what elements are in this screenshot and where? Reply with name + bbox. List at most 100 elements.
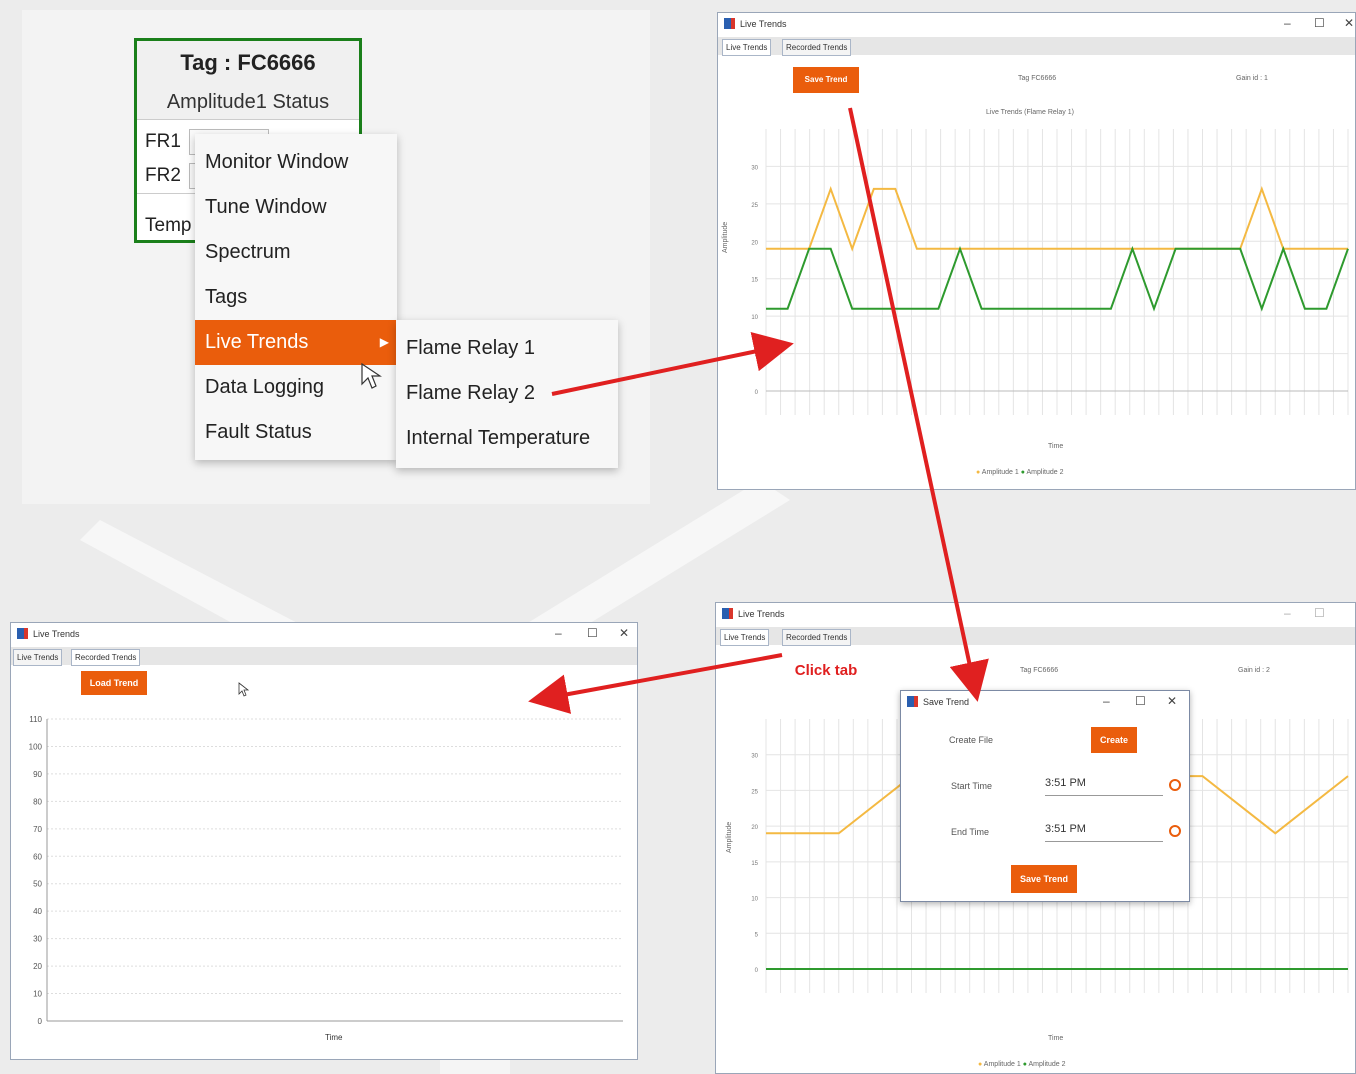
end-time-label: End Time — [951, 827, 990, 837]
y-tick-label: 25 — [751, 203, 758, 209]
window-title: Live Trends — [738, 609, 785, 619]
live-trends-window: Live Trends – ☐ ✕ Live Trends Recorded T… — [717, 12, 1356, 490]
amplitude-status: Amplitude1 Status — [137, 85, 359, 120]
tag-title: Tag : FC6666 — [137, 41, 359, 86]
tab-bar: Live Trends Recorded Trends — [716, 627, 1355, 646]
load-trend-button[interactable]: Load Trend — [81, 671, 147, 695]
y-tick-label: 10 — [751, 897, 758, 903]
y-tick-label: 80 — [33, 797, 42, 806]
legend-amplitude-2: Amplitude 2 — [1026, 469, 1064, 476]
x-axis-label: Time — [1048, 443, 1064, 450]
maximize-icon[interactable]: ☐ — [1314, 606, 1325, 620]
create-button[interactable]: Create — [1091, 727, 1137, 753]
y-tick-label: 5 — [755, 932, 759, 938]
app-icon — [17, 628, 28, 639]
y-tick-label: 5 — [755, 353, 759, 359]
create-file-label: Create File — [949, 735, 994, 745]
tab-live-trends[interactable]: Live Trends — [720, 629, 770, 646]
click-tab-callout: Click tab — [786, 656, 866, 686]
end-time-input[interactable]: 3:51 PM — [1045, 823, 1163, 842]
y-tick-label: 70 — [33, 825, 42, 834]
y-tick-label: 0 — [38, 1017, 43, 1026]
menu-item-live-trends[interactable]: Live Trends ▶ — [195, 320, 397, 365]
y-tick-label: 110 — [29, 715, 42, 724]
menu-item-tune-window[interactable]: Tune Window — [195, 185, 397, 230]
menu-item-fault-status[interactable]: Fault Status — [195, 410, 397, 455]
minimize-icon[interactable]: – — [1103, 694, 1110, 708]
maximize-icon[interactable]: ☐ — [1135, 694, 1146, 708]
dialog-title: Save Trend — [923, 697, 970, 707]
y-tick-label: 0 — [755, 968, 759, 974]
chart-legend: ● Amplitude 1 ● Amplitude 2 — [976, 469, 1064, 476]
chart-legend: ● Amplitude 1 ● Amplitude 2 — [978, 1061, 1066, 1068]
start-time-input[interactable]: 3:51 PM — [1045, 777, 1163, 796]
menu-item-live-trends-label: Live Trends — [205, 331, 309, 353]
close-icon[interactable]: ✕ — [1344, 16, 1354, 30]
close-icon[interactable]: ✕ — [619, 626, 629, 640]
app-icon — [907, 696, 918, 707]
recorded-trends-window: Live Trends – ☐ ✕ Live Trends Recorded T… — [10, 622, 638, 1060]
cursor-icon — [238, 682, 250, 697]
tab-bar: Live Trends Recorded Trends — [718, 37, 1355, 56]
y-tick-label: 20 — [33, 962, 42, 971]
tab-recorded-trends[interactable]: Recorded Trends — [782, 629, 852, 646]
menu-item-monitor-window[interactable]: Monitor Window — [195, 140, 397, 185]
gain-text: Gain id : 1 — [1236, 75, 1268, 82]
legend-amplitude-2: Amplitude 2 — [1028, 1061, 1066, 1068]
tab-bar: Live Trends Recorded Trends — [11, 647, 637, 666]
legend-amplitude-1: Amplitude 1 — [981, 469, 1019, 476]
context-menu: Monitor Window Tune Window Spectrum Tags… — [195, 134, 397, 460]
submenu-arrow-icon: ▶ — [379, 335, 389, 349]
close-icon[interactable]: ✕ — [1167, 694, 1177, 708]
tab-live-trends[interactable]: Live Trends — [722, 39, 772, 56]
y-tick-label: 15 — [751, 278, 758, 284]
y-tick-label: 60 — [33, 852, 42, 861]
tab-recorded-trends[interactable]: Recorded Trends — [71, 649, 141, 666]
tag-text: Tag FC6666 — [1018, 75, 1057, 82]
dialog-titlebar: Save Trend – ☐ ✕ — [901, 691, 1189, 713]
submenu-item-flame-relay-1[interactable]: Flame Relay 1 — [396, 326, 618, 371]
tab-recorded-trends[interactable]: Recorded Trends — [782, 39, 852, 56]
dialog-save-trend-button[interactable]: Save Trend — [1011, 865, 1077, 893]
app-icon — [724, 18, 735, 29]
live-trend-chart: 0 5 10 15 20 25 30 — [751, 129, 1349, 415]
fr1-label: FR1 — [145, 131, 181, 152]
mouse-cursor-icon — [361, 362, 382, 389]
menu-item-spectrum[interactable]: Spectrum — [195, 230, 397, 275]
window-title: Live Trends — [740, 19, 787, 29]
temp-label: Temp — [145, 215, 192, 236]
window-titlebar: Live Trends – ☐ ✕ — [11, 623, 637, 645]
minimize-icon[interactable]: – — [1284, 16, 1291, 30]
recorded-x-axis-label: Time — [325, 1033, 343, 1042]
maximize-icon[interactable]: ☐ — [1314, 16, 1325, 30]
maximize-icon[interactable]: ☐ — [587, 626, 598, 640]
y-tick-label: 20 — [751, 240, 758, 246]
submenu-item-flame-relay-2[interactable]: Flame Relay 2 — [396, 371, 618, 416]
y-tick-label: 30 — [751, 165, 758, 171]
y-tick-label: 90 — [33, 770, 42, 779]
y-tick-label: 30 — [751, 754, 758, 760]
y-tick-label: 0 — [755, 390, 759, 396]
menu-item-tags[interactable]: Tags — [195, 275, 397, 320]
submenu-item-internal-temperature[interactable]: Internal Temperature — [396, 416, 618, 461]
y-tick-label: 50 — [33, 880, 42, 889]
y-tick-label: 40 — [33, 907, 42, 916]
y-tick-label: 30 — [33, 935, 42, 944]
window-titlebar: Live Trends – ☐ — [716, 603, 1355, 625]
fr2-label: FR2 — [145, 165, 181, 186]
minimize-icon[interactable]: – — [555, 626, 562, 640]
clock-icon[interactable] — [1169, 825, 1181, 837]
minimize-icon[interactable]: – — [1284, 606, 1291, 620]
y-tick-label: 10 — [751, 315, 758, 321]
window-titlebar: Live Trends – ☐ ✕ — [718, 13, 1355, 35]
y-tick-label: 20 — [751, 825, 758, 831]
recorded-trend-chart: 0 10 20 30 40 50 60 70 80 90 100 110 — [29, 715, 623, 1026]
clock-icon[interactable] — [1169, 779, 1181, 791]
tab-live-trends[interactable]: Live Trends — [13, 649, 63, 666]
y-tick-label: 10 — [33, 990, 42, 999]
save-trend-button[interactable]: Save Trend — [793, 67, 859, 93]
y-tick-label: 15 — [751, 861, 758, 867]
y-tick-label: 25 — [751, 789, 758, 795]
app-icon — [722, 608, 733, 619]
save-trend-dialog: Save Trend – ☐ ✕ Create File Create Star… — [900, 690, 1190, 902]
